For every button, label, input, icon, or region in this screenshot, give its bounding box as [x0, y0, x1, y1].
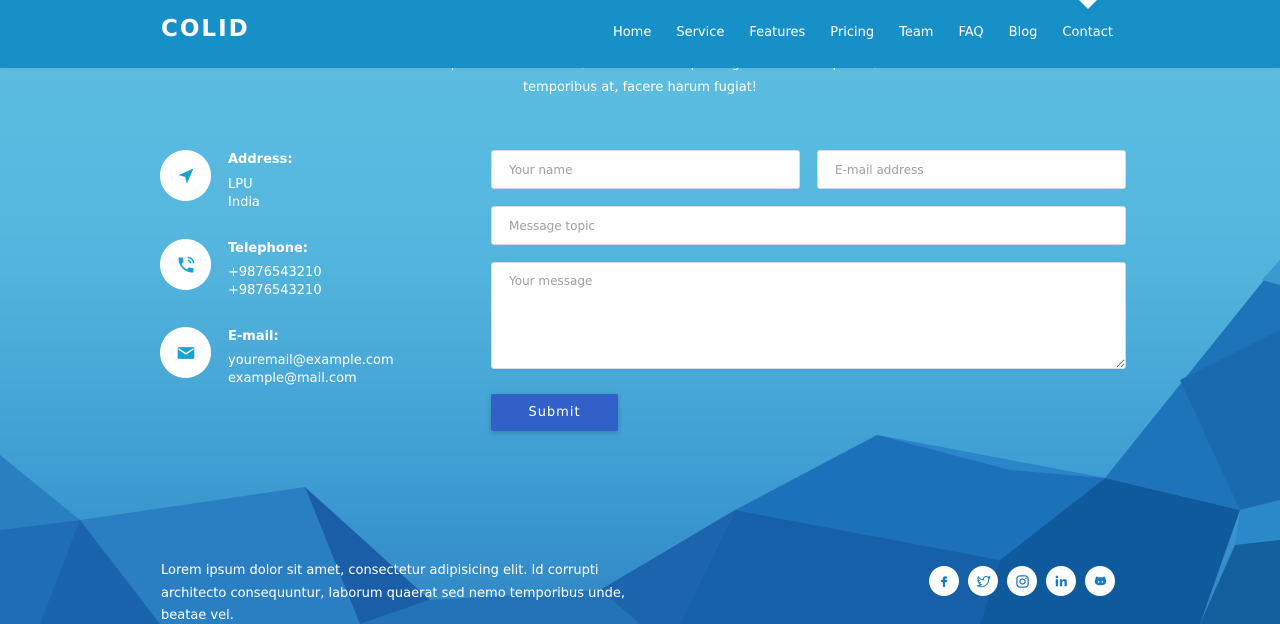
message-textarea[interactable]	[491, 262, 1126, 369]
telephone-title: Telephone:	[228, 241, 308, 256]
twitter-icon[interactable]	[968, 566, 998, 596]
nav-blog[interactable]: Blog	[1009, 25, 1038, 40]
linkedin-icon[interactable]	[1046, 566, 1076, 596]
email-input[interactable]	[817, 150, 1126, 189]
brand-logo[interactable]: COLID	[161, 16, 250, 42]
nav-service[interactable]: Service	[676, 25, 724, 40]
telephone-icon-circle	[160, 239, 211, 290]
social-links	[920, 566, 1115, 596]
name-input[interactable]	[491, 150, 800, 189]
github-icon[interactable]	[1085, 566, 1115, 596]
footer-description: Lorem ipsum dolor sit amet, consectetur …	[161, 563, 625, 623]
topic-input[interactable]	[491, 206, 1126, 245]
address-line-1: LPU	[228, 177, 253, 192]
nav-contact[interactable]: Contact	[1062, 25, 1113, 40]
email-title: E-mail:	[228, 329, 279, 344]
nav-features[interactable]: Features	[749, 25, 805, 40]
phone-call-icon	[178, 256, 194, 272]
main-nav: Home Service Features Pricing Team FAQ B…	[588, 25, 1113, 40]
header-bar: COLID Home Service Features Pricing Team…	[0, 0, 1280, 68]
envelope-icon	[177, 346, 194, 359]
telephone-line-2[interactable]: +9876543210	[228, 282, 468, 300]
submit-button[interactable]: Submit	[491, 394, 618, 431]
email-line-1[interactable]: youremail@example.com	[228, 352, 468, 370]
address-icon-circle	[160, 150, 211, 201]
instagram-icon[interactable]	[1007, 566, 1037, 596]
navigation-arrow-icon	[178, 168, 193, 183]
nav-faq[interactable]: FAQ	[958, 25, 983, 40]
address-title: Address:	[228, 152, 293, 167]
email-icon-circle	[160, 327, 211, 378]
nav-pricing[interactable]: Pricing	[830, 25, 874, 40]
facebook-icon[interactable]	[929, 566, 959, 596]
telephone-line-1[interactable]: +9876543210	[228, 264, 468, 282]
nav-team[interactable]: Team	[899, 25, 933, 40]
intro-line-2: temporibus at, facere harum fugiat!	[522, 80, 758, 95]
address-line-2: India	[228, 195, 260, 210]
nav-home[interactable]: Home	[613, 25, 651, 40]
email-line-2[interactable]: example@mail.com	[228, 370, 468, 388]
